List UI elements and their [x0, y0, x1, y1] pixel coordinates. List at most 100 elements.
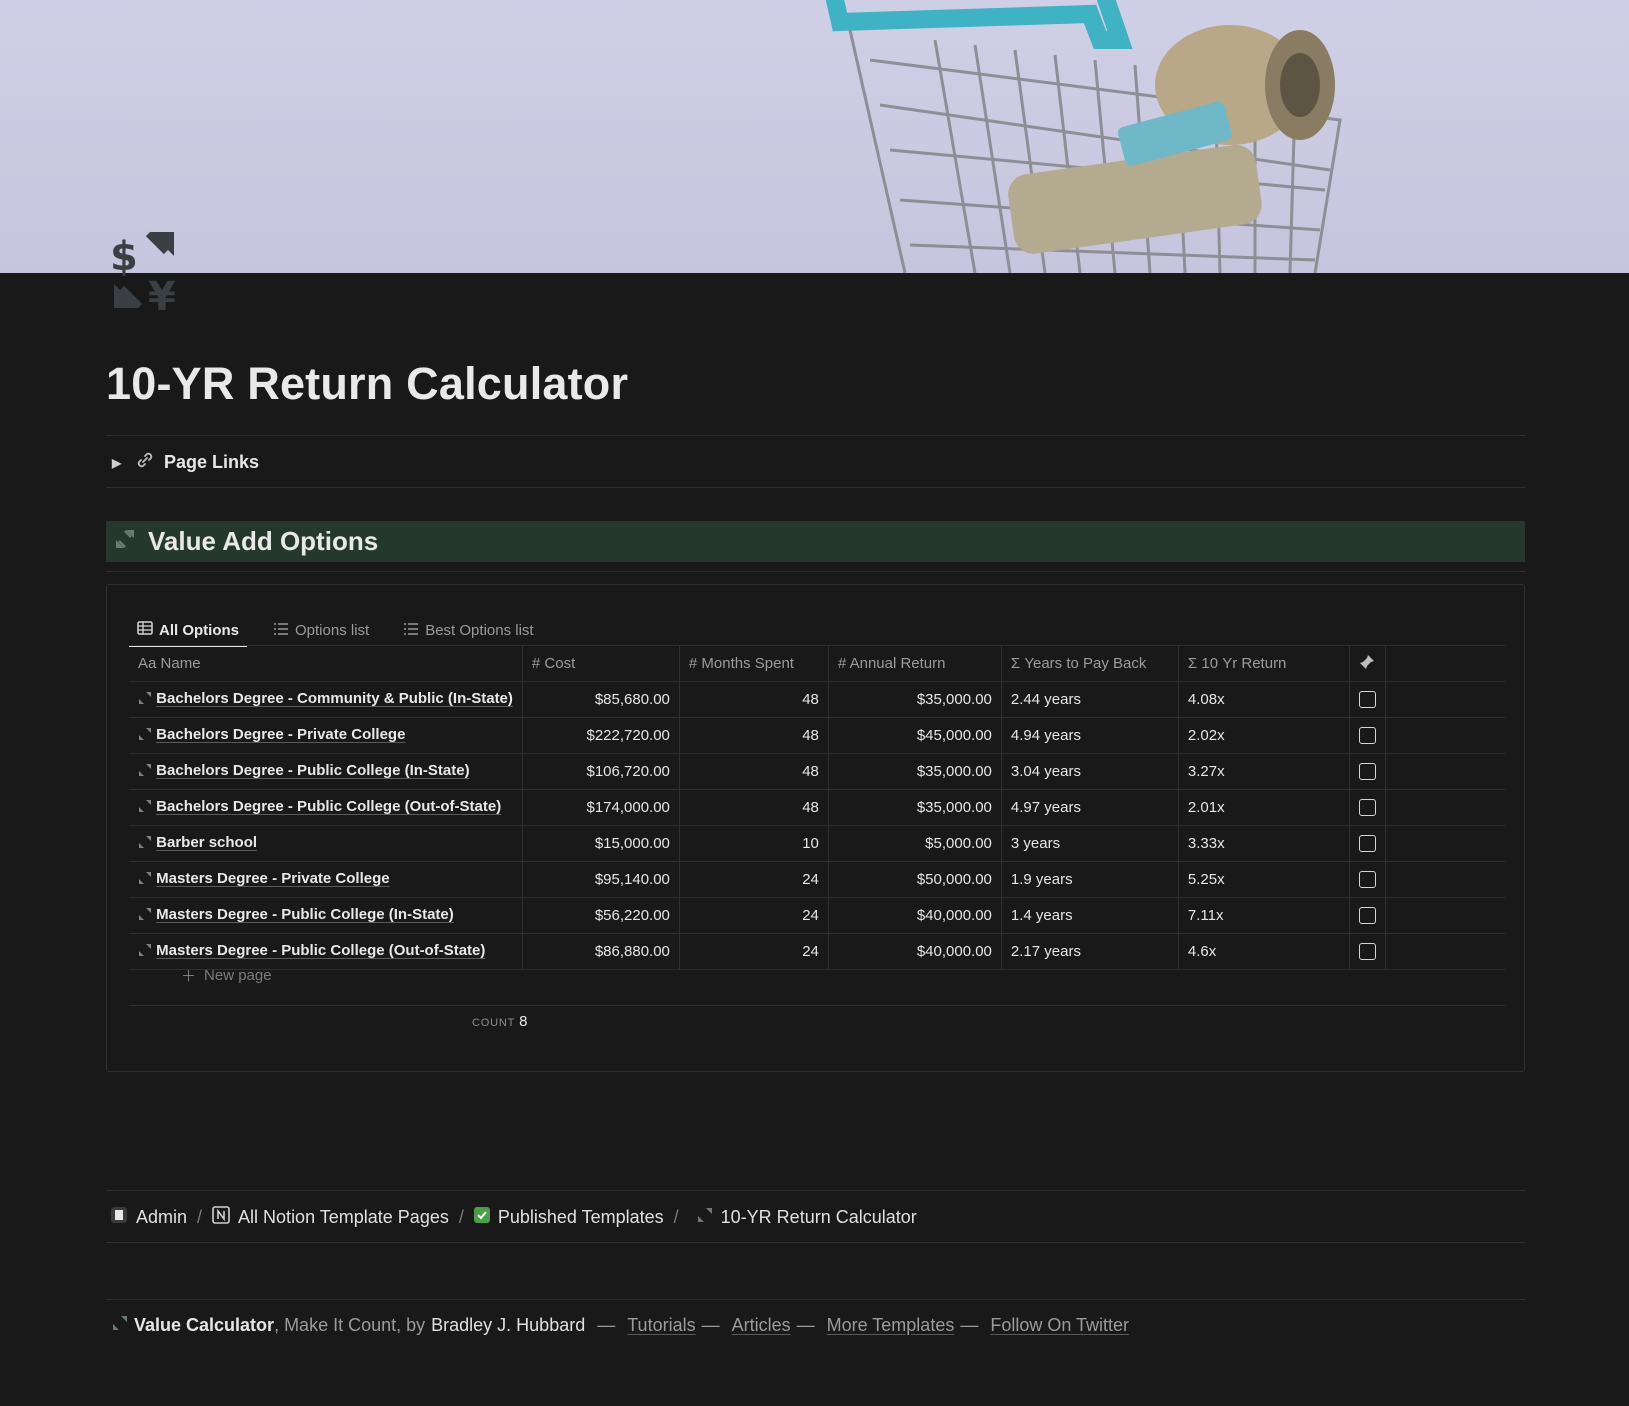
- row-name-link[interactable]: Masters Degree - Public College (Out-of-…: [156, 942, 485, 959]
- column-header-cost[interactable]: # Cost: [521, 645, 680, 682]
- breadcrumb-item-current-page[interactable]: 10-YR Return Calculator: [721, 1207, 917, 1228]
- cell-checkbox[interactable]: [1348, 897, 1386, 934]
- cell-annual-return[interactable]: $45,000.00: [827, 717, 1002, 754]
- table-row[interactable]: Masters Degree - Public College (Out-of-…: [129, 933, 1505, 970]
- cell-cost[interactable]: $85,680.00: [521, 681, 680, 718]
- column-header-10-yr-return[interactable]: Σ 10 Yr Return: [1177, 645, 1350, 682]
- cell-name[interactable]: Barber school: [129, 825, 523, 862]
- cell-checkbox[interactable]: [1348, 681, 1386, 718]
- cell-cost[interactable]: $106,720.00: [521, 753, 680, 790]
- breadcrumb-item-published-templates[interactable]: Published Templates: [498, 1207, 664, 1228]
- table-row[interactable]: Bachelors Degree - Community & Public (I…: [129, 681, 1505, 718]
- checkbox[interactable]: [1358, 799, 1376, 817]
- row-name-link[interactable]: Masters Degree - Private College: [156, 870, 389, 887]
- tab-best-options-list[interactable]: Best Options list: [395, 615, 541, 645]
- cell-name[interactable]: Masters Degree - Public College (In-Stat…: [129, 897, 523, 934]
- cell-months-spent[interactable]: 10: [678, 825, 829, 862]
- cell-annual-return[interactable]: $35,000.00: [827, 753, 1002, 790]
- new-page-label: New page: [204, 967, 272, 984]
- row-name-link[interactable]: Bachelors Degree - Public College (In-St…: [156, 762, 469, 779]
- cell-months-spent[interactable]: 48: [678, 753, 829, 790]
- cell-name[interactable]: Bachelors Degree - Public College (Out-o…: [129, 789, 523, 826]
- triangle-right-icon[interactable]: ▶: [112, 456, 126, 470]
- checkbox[interactable]: [1358, 835, 1376, 853]
- cell-years-to-pay-back: 4.94 years: [1000, 717, 1179, 754]
- footer-link-follow-on-twitter[interactable]: Follow On Twitter: [990, 1315, 1129, 1336]
- cell-checkbox[interactable]: [1348, 825, 1386, 862]
- cell-months-spent[interactable]: 24: [678, 897, 829, 934]
- column-header-years-to-pay-back[interactable]: Σ Years to Pay Back: [1000, 645, 1179, 682]
- table-row[interactable]: Bachelors Degree - Private College $222,7…: [129, 717, 1505, 754]
- footer-author: Bradley J. Hubbard: [431, 1315, 586, 1335]
- table-row[interactable]: Bachelors Degree - Public College (In-St…: [129, 753, 1505, 790]
- column-header-checkbox[interactable]: [1348, 645, 1386, 682]
- cell-cost[interactable]: $222,720.00: [521, 717, 680, 754]
- row-name-link[interactable]: Bachelors Degree - Public College (Out-o…: [156, 798, 501, 815]
- cell-name[interactable]: Bachelors Degree - Private College: [129, 717, 523, 754]
- breadcrumb-item-all-notion-template-pages[interactable]: All Notion Template Pages: [238, 1207, 449, 1228]
- table-row[interactable]: Masters Degree - Public College (In-Stat…: [129, 897, 1505, 934]
- cell-annual-return[interactable]: $35,000.00: [827, 681, 1002, 718]
- cell-months-spent[interactable]: 24: [678, 861, 829, 898]
- cell-months-spent[interactable]: 48: [678, 789, 829, 826]
- footer-link-more-templates[interactable]: More Templates: [827, 1315, 955, 1336]
- cell-years-to-pay-back: 2.44 years: [1000, 681, 1179, 718]
- checkbox[interactable]: [1358, 727, 1376, 745]
- exchange-icon: [138, 871, 152, 889]
- checkbox[interactable]: [1358, 871, 1376, 889]
- cell-checkbox[interactable]: [1348, 789, 1386, 826]
- row-name-link[interactable]: Barber school: [156, 834, 257, 851]
- footer-link-tutorials[interactable]: Tutorials: [627, 1315, 695, 1336]
- table-row[interactable]: Masters Degree - Private College $95,140.…: [129, 861, 1505, 898]
- cell-checkbox[interactable]: [1348, 861, 1386, 898]
- cell-checkbox[interactable]: [1348, 753, 1386, 790]
- breadcrumb-separator: /: [673, 1207, 679, 1227]
- row-name-link[interactable]: Bachelors Degree - Community & Public (I…: [156, 690, 513, 707]
- table-row[interactable]: Barber school $15,000.00 10 $5,000.00 3 year…: [129, 825, 1505, 862]
- row-name-link[interactable]: Masters Degree - Public College (In-Stat…: [156, 906, 454, 923]
- cell-months-spent[interactable]: 24: [678, 933, 829, 970]
- currency-exchange-icon[interactable]: $ ¥: [108, 228, 188, 320]
- row-count[interactable]: COUNT 8: [472, 1013, 527, 1030]
- row-name-link[interactable]: Bachelors Degree - Private College: [156, 726, 405, 743]
- breadcrumb-item-admin[interactable]: Admin: [136, 1207, 187, 1228]
- checkbox[interactable]: [1358, 907, 1376, 925]
- cell-checkbox[interactable]: [1348, 933, 1386, 970]
- checkbox[interactable]: [1358, 691, 1376, 709]
- new-page-row[interactable]: [129, 969, 1505, 1006]
- tab-all-options[interactable]: All Options: [129, 615, 247, 647]
- checkbox[interactable]: [1358, 763, 1376, 781]
- cell-annual-return[interactable]: $50,000.00: [827, 861, 1002, 898]
- svg-text:¥: ¥: [148, 274, 176, 310]
- cell-annual-return[interactable]: $35,000.00: [827, 789, 1002, 826]
- cell-spacer: [1384, 789, 1505, 826]
- cell-name[interactable]: Bachelors Degree - Public College (In-St…: [129, 753, 523, 790]
- formula-property-icon: Σ: [1010, 655, 1021, 672]
- shopping-cart-illustration: [826, 0, 1342, 273]
- cell-cost[interactable]: $56,220.00: [521, 897, 680, 934]
- footer-link-articles[interactable]: Articles: [732, 1315, 791, 1336]
- cell-name[interactable]: Masters Degree - Private College: [129, 861, 523, 898]
- exchange-icon: [138, 943, 152, 961]
- column-header-months-spent[interactable]: # Months Spent: [678, 645, 829, 682]
- cell-months-spent[interactable]: 48: [678, 717, 829, 754]
- cell-annual-return[interactable]: $40,000.00: [827, 933, 1002, 970]
- page-links-toggle[interactable]: ▶ Page Links: [112, 451, 259, 474]
- cell-annual-return[interactable]: $40,000.00: [827, 897, 1002, 934]
- new-page-button[interactable]: ＋ New page: [181, 965, 272, 986]
- column-header-name[interactable]: Aa Name: [129, 645, 523, 682]
- cell-annual-return[interactable]: $5,000.00: [827, 825, 1002, 862]
- cell-cost[interactable]: $95,140.00: [521, 861, 680, 898]
- checkbox[interactable]: [1358, 943, 1376, 961]
- cell-name[interactable]: Bachelors Degree - Community & Public (I…: [129, 681, 523, 718]
- cell-months-spent[interactable]: 48: [678, 681, 829, 718]
- plus-icon: ＋: [181, 968, 197, 985]
- column-header-annual-return[interactable]: # Annual Return: [827, 645, 1002, 682]
- cell-cost[interactable]: $15,000.00: [521, 825, 680, 862]
- cell-checkbox[interactable]: [1348, 717, 1386, 754]
- tab-options-list[interactable]: Options list: [265, 615, 377, 645]
- page-title: 10-YR Return Calculator: [106, 358, 629, 409]
- cell-cost[interactable]: $174,000.00: [521, 789, 680, 826]
- cell-cost[interactable]: $86,880.00: [521, 933, 680, 970]
- table-row[interactable]: Bachelors Degree - Public College (Out-o…: [129, 789, 1505, 826]
